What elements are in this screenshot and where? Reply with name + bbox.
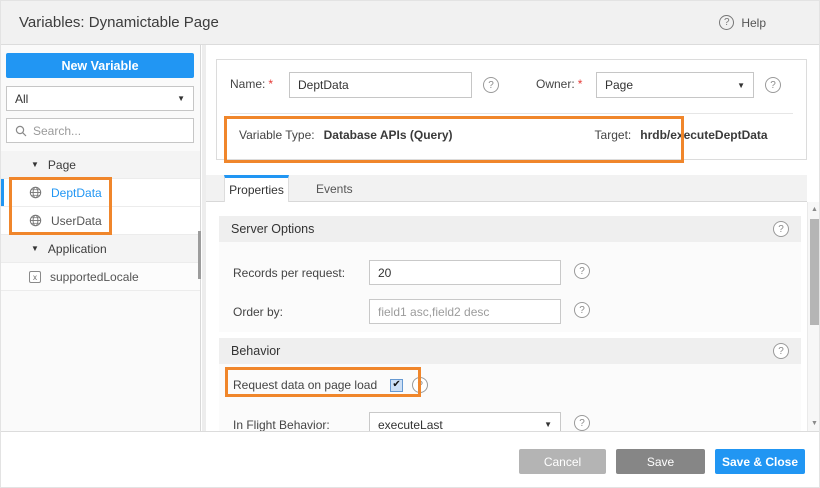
tree-item-deptdata[interactable]: DeptData bbox=[1, 179, 200, 207]
order-by-input[interactable] bbox=[369, 299, 561, 324]
locale-variable-icon: x bbox=[29, 271, 41, 283]
server-options-section: Server Options ? Records per request: ? … bbox=[219, 216, 801, 332]
variable-summary-panel: Name: * ? Owner: * Page ▼ ? Variable Typ… bbox=[216, 59, 807, 160]
tree-item-label: UserData bbox=[51, 214, 102, 228]
properties-content: Server Options ? Records per request: ? … bbox=[206, 202, 807, 431]
tree-item-label: DeptData bbox=[51, 186, 102, 200]
tree-group-application[interactable]: ▼ Application bbox=[1, 235, 200, 263]
content-scrollbar[interactable]: ▲ ▼ bbox=[807, 202, 820, 431]
variables-dialog: Variables: Dynamictable Page ? Help New … bbox=[0, 0, 820, 488]
server-options-header: Server Options ? bbox=[219, 216, 801, 242]
target-value: hrdb/executeDeptData bbox=[640, 128, 767, 142]
behavior-section: Behavior ? Request data on page load ✔ ?… bbox=[219, 338, 801, 431]
name-help-icon[interactable]: ? bbox=[483, 77, 499, 93]
tree-group-label: Application bbox=[48, 242, 107, 256]
search-placeholder: Search... bbox=[33, 124, 81, 138]
variable-type-row: Variable Type: Database APIs (Query) Tar… bbox=[239, 128, 768, 142]
checkmark-icon: ✔ bbox=[392, 380, 400, 390]
order-by-help-icon[interactable]: ? bbox=[574, 302, 590, 318]
required-asterisk: * bbox=[578, 77, 583, 91]
new-variable-button[interactable]: New Variable bbox=[6, 53, 194, 78]
server-options-body: Records per request: ? Order by: ? bbox=[219, 242, 801, 332]
service-variable-icon bbox=[29, 214, 42, 227]
variables-tree: ▼ Page DeptData bbox=[1, 151, 200, 291]
behavior-body: Request data on page load ✔ ? In Flight … bbox=[219, 364, 801, 431]
content-scrollbar-thumb[interactable] bbox=[810, 219, 819, 325]
dialog-footer: Cancel Save Save & Close bbox=[1, 432, 820, 488]
save-button[interactable]: Save bbox=[616, 449, 705, 474]
records-per-request-input[interactable] bbox=[369, 260, 561, 285]
request-on-load-help-icon[interactable]: ? bbox=[412, 377, 428, 393]
help-label[interactable]: Help bbox=[741, 16, 766, 30]
server-options-help-icon[interactable]: ? bbox=[773, 221, 789, 237]
chevron-down-icon: ▼ bbox=[737, 81, 745, 90]
behavior-title: Behavior bbox=[231, 344, 280, 358]
records-per-request-label: Records per request: bbox=[233, 266, 345, 280]
variables-sidebar: New Variable All ▼ Search... ▼ Page bbox=[1, 45, 201, 432]
owner-help-icon[interactable]: ? bbox=[765, 77, 781, 93]
behavior-help-icon[interactable]: ? bbox=[773, 343, 789, 359]
expand-triangle-icon[interactable]: ▼ bbox=[31, 160, 39, 169]
target-label: Target: bbox=[595, 128, 632, 142]
scroll-down-icon[interactable]: ▼ bbox=[808, 420, 820, 427]
cancel-button[interactable]: Cancel bbox=[519, 449, 606, 474]
divider bbox=[230, 113, 793, 114]
request-on-load-label: Request data on page load bbox=[233, 378, 377, 392]
tree-item-supportedlocale[interactable]: x supportedLocale bbox=[1, 263, 200, 291]
required-asterisk: * bbox=[268, 77, 273, 91]
scroll-up-icon[interactable]: ▲ bbox=[808, 206, 820, 213]
inflight-behavior-select[interactable]: executeLast ▼ bbox=[369, 412, 561, 431]
variable-type-value: Database APIs (Query) bbox=[324, 128, 453, 142]
chevron-down-icon: ▼ bbox=[177, 94, 185, 103]
variable-filter-value: All bbox=[15, 92, 28, 106]
tab-properties-label: Properties bbox=[229, 183, 284, 197]
variable-type-label: Variable Type: bbox=[239, 128, 315, 142]
inflight-selected-value: executeLast bbox=[378, 418, 443, 432]
save-and-close-button[interactable]: Save & Close bbox=[715, 449, 805, 474]
inflight-behavior-label: In Flight Behavior: bbox=[233, 418, 330, 431]
tab-events[interactable]: Events bbox=[304, 175, 365, 202]
name-field-label: Name: * bbox=[230, 77, 273, 91]
service-variable-icon bbox=[29, 186, 42, 199]
help-icon[interactable]: ? bbox=[719, 15, 734, 30]
variable-search-box[interactable]: Search... bbox=[6, 118, 194, 143]
variable-filter-select[interactable]: All ▼ bbox=[6, 86, 194, 111]
tree-group-page[interactable]: ▼ Page bbox=[1, 151, 200, 179]
search-icon bbox=[15, 125, 27, 137]
tab-events-label: Events bbox=[316, 182, 353, 196]
request-on-load-row: Request data on page load ✔ ? bbox=[233, 377, 428, 393]
tree-item-userdata[interactable]: UserData bbox=[1, 207, 200, 235]
tab-properties[interactable]: Properties bbox=[224, 175, 289, 202]
chevron-down-icon: ▼ bbox=[544, 420, 552, 429]
order-by-label: Order by: bbox=[233, 305, 283, 319]
sidebar-scrollbar-thumb[interactable] bbox=[198, 231, 201, 279]
expand-triangle-icon[interactable]: ▼ bbox=[31, 244, 39, 253]
page-title: Variables: Dynamictable Page bbox=[19, 14, 219, 31]
tree-item-label: supportedLocale bbox=[50, 270, 139, 284]
tab-bar: Properties Events bbox=[206, 175, 807, 202]
owner-selected-value: Page bbox=[605, 78, 633, 92]
owner-field-label: Owner: * bbox=[536, 77, 582, 91]
inflight-help-icon[interactable]: ? bbox=[574, 415, 590, 431]
request-on-load-checkbox[interactable]: ✔ bbox=[390, 379, 403, 392]
dialog-header: Variables: Dynamictable Page ? Help bbox=[1, 1, 820, 45]
help-button[interactable]: ? Help bbox=[719, 15, 766, 30]
records-help-icon[interactable]: ? bbox=[574, 263, 590, 279]
owner-select[interactable]: Page ▼ bbox=[596, 72, 754, 98]
name-input[interactable] bbox=[289, 72, 472, 98]
server-options-title: Server Options bbox=[231, 222, 314, 236]
behavior-header: Behavior ? bbox=[219, 338, 801, 364]
tree-group-label: Page bbox=[48, 158, 76, 172]
